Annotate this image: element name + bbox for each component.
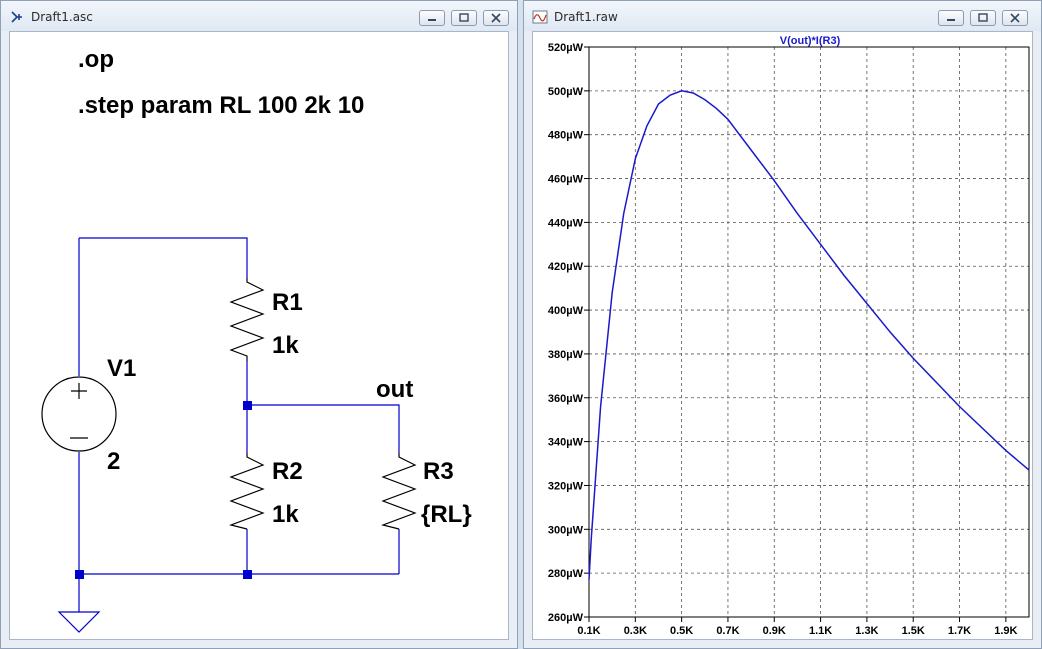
r1-label: R1 bbox=[272, 289, 303, 316]
junction-dot bbox=[243, 401, 252, 410]
minimize-icon bbox=[428, 19, 436, 21]
y-tick-label: 360µW bbox=[548, 393, 584, 405]
y-tick-label: 420µW bbox=[548, 261, 584, 273]
x-tick-label: 0.1K bbox=[577, 625, 600, 637]
plot-ticks: 260µW 280µW 300µW 320µW 340µW 360µW 380µW 400µW… bbox=[548, 42, 1018, 637]
y-tick-label: 380µW bbox=[548, 349, 584, 361]
schematic-title: Draft1.asc bbox=[31, 10, 93, 24]
r3-label: R3 bbox=[423, 458, 454, 485]
ground-icon[interactable] bbox=[57, 611, 101, 633]
net-label-out[interactable]: out bbox=[376, 376, 413, 403]
wires bbox=[78, 237, 400, 612]
y-tick-label: 440µW bbox=[548, 217, 584, 229]
waveform-title: Draft1.raw bbox=[554, 10, 618, 24]
x-tick-label: 0.3K bbox=[624, 625, 647, 637]
junction-dot bbox=[243, 570, 252, 579]
restore-icon bbox=[459, 13, 469, 22]
x-tick-label: 1.9K bbox=[994, 625, 1017, 637]
x-tick-label: 1.1K bbox=[809, 625, 832, 637]
y-tick-label: 400µW bbox=[548, 305, 584, 317]
x-tick-label: 0.7K bbox=[716, 625, 739, 637]
schematic-canvas[interactable]: .op .step param RL 100 2k 10 V1 2 R1 1k … bbox=[9, 31, 509, 640]
resistor-r3[interactable] bbox=[380, 453, 417, 530]
schematic-window: Draft1.asc .op .step param RL 100 2k 10 bbox=[0, 0, 518, 649]
y-tick-label: 340µW bbox=[548, 437, 584, 449]
x-tick-label: 1.5K bbox=[902, 625, 925, 637]
y-tick-label: 460µW bbox=[548, 174, 584, 186]
trace-line[interactable] bbox=[588, 90, 1030, 580]
x-tick-label: 0.9K bbox=[763, 625, 786, 637]
schematic-titlebar[interactable]: Draft1.asc bbox=[1, 1, 517, 31]
waveform-window: Draft1.raw V(out)*I(R3) 260µW 280µW 300µW 3… bbox=[523, 0, 1042, 649]
plot-grid bbox=[589, 47, 1029, 617]
y-tick-label: 280µW bbox=[548, 568, 584, 580]
waveform-restore-button[interactable] bbox=[970, 10, 996, 26]
y-tick-label: 260µW bbox=[548, 612, 584, 624]
v1-value: 2 bbox=[107, 448, 120, 475]
schematic-restore-button[interactable] bbox=[451, 10, 477, 26]
resistor-r2[interactable] bbox=[228, 453, 265, 530]
waveform-minimize-button[interactable] bbox=[938, 10, 964, 26]
resistor-r1[interactable] bbox=[229, 278, 265, 361]
waveform-titlebar[interactable]: Draft1.raw bbox=[524, 1, 1041, 31]
junction-dot bbox=[75, 570, 84, 579]
plot-frame bbox=[588, 46, 1030, 618]
directive-op[interactable]: .op bbox=[78, 46, 114, 73]
y-tick-label: 500µW bbox=[548, 86, 584, 98]
x-tick-label: 1.7K bbox=[948, 625, 971, 637]
waveform-close-button[interactable] bbox=[1002, 10, 1028, 26]
plot-svg: V(out)*I(R3) 260µW 280µW 300µW 320µW 340µW 36… bbox=[548, 35, 1030, 637]
r1-value: 1k bbox=[272, 332, 299, 359]
schematic-icon bbox=[11, 11, 22, 23]
x-tick-label: 1.3K bbox=[855, 625, 878, 637]
close-icon bbox=[1010, 13, 1020, 23]
schematic-minimize-button[interactable] bbox=[419, 10, 445, 26]
y-tick-label: 320µW bbox=[548, 480, 584, 492]
schematic-drawing: .op .step param RL 100 2k 10 V1 2 R1 1k … bbox=[41, 46, 472, 633]
x-tick-label: 0.5K bbox=[670, 625, 693, 637]
r3-value: {RL} bbox=[421, 501, 472, 528]
trace-title[interactable]: V(out)*I(R3) bbox=[780, 35, 841, 47]
voltage-source-v1[interactable] bbox=[41, 376, 117, 452]
directive-step[interactable]: .step param RL 100 2k 10 bbox=[78, 92, 364, 119]
schematic-close-button[interactable] bbox=[483, 10, 509, 26]
r2-label: R2 bbox=[272, 458, 303, 485]
minimize-icon bbox=[947, 19, 955, 21]
plot-pane[interactable]: V(out)*I(R3) 260µW 280µW 300µW 320µW 340µW 36… bbox=[532, 31, 1033, 640]
v1-label: V1 bbox=[107, 355, 136, 382]
close-icon bbox=[491, 13, 501, 23]
waveform-icon bbox=[532, 10, 548, 24]
y-tick-label: 300µW bbox=[548, 524, 584, 536]
y-tick-label: 480µW bbox=[548, 130, 584, 142]
r2-value: 1k bbox=[272, 501, 299, 528]
y-tick-label: 520µW bbox=[548, 42, 584, 54]
restore-icon bbox=[978, 13, 988, 22]
